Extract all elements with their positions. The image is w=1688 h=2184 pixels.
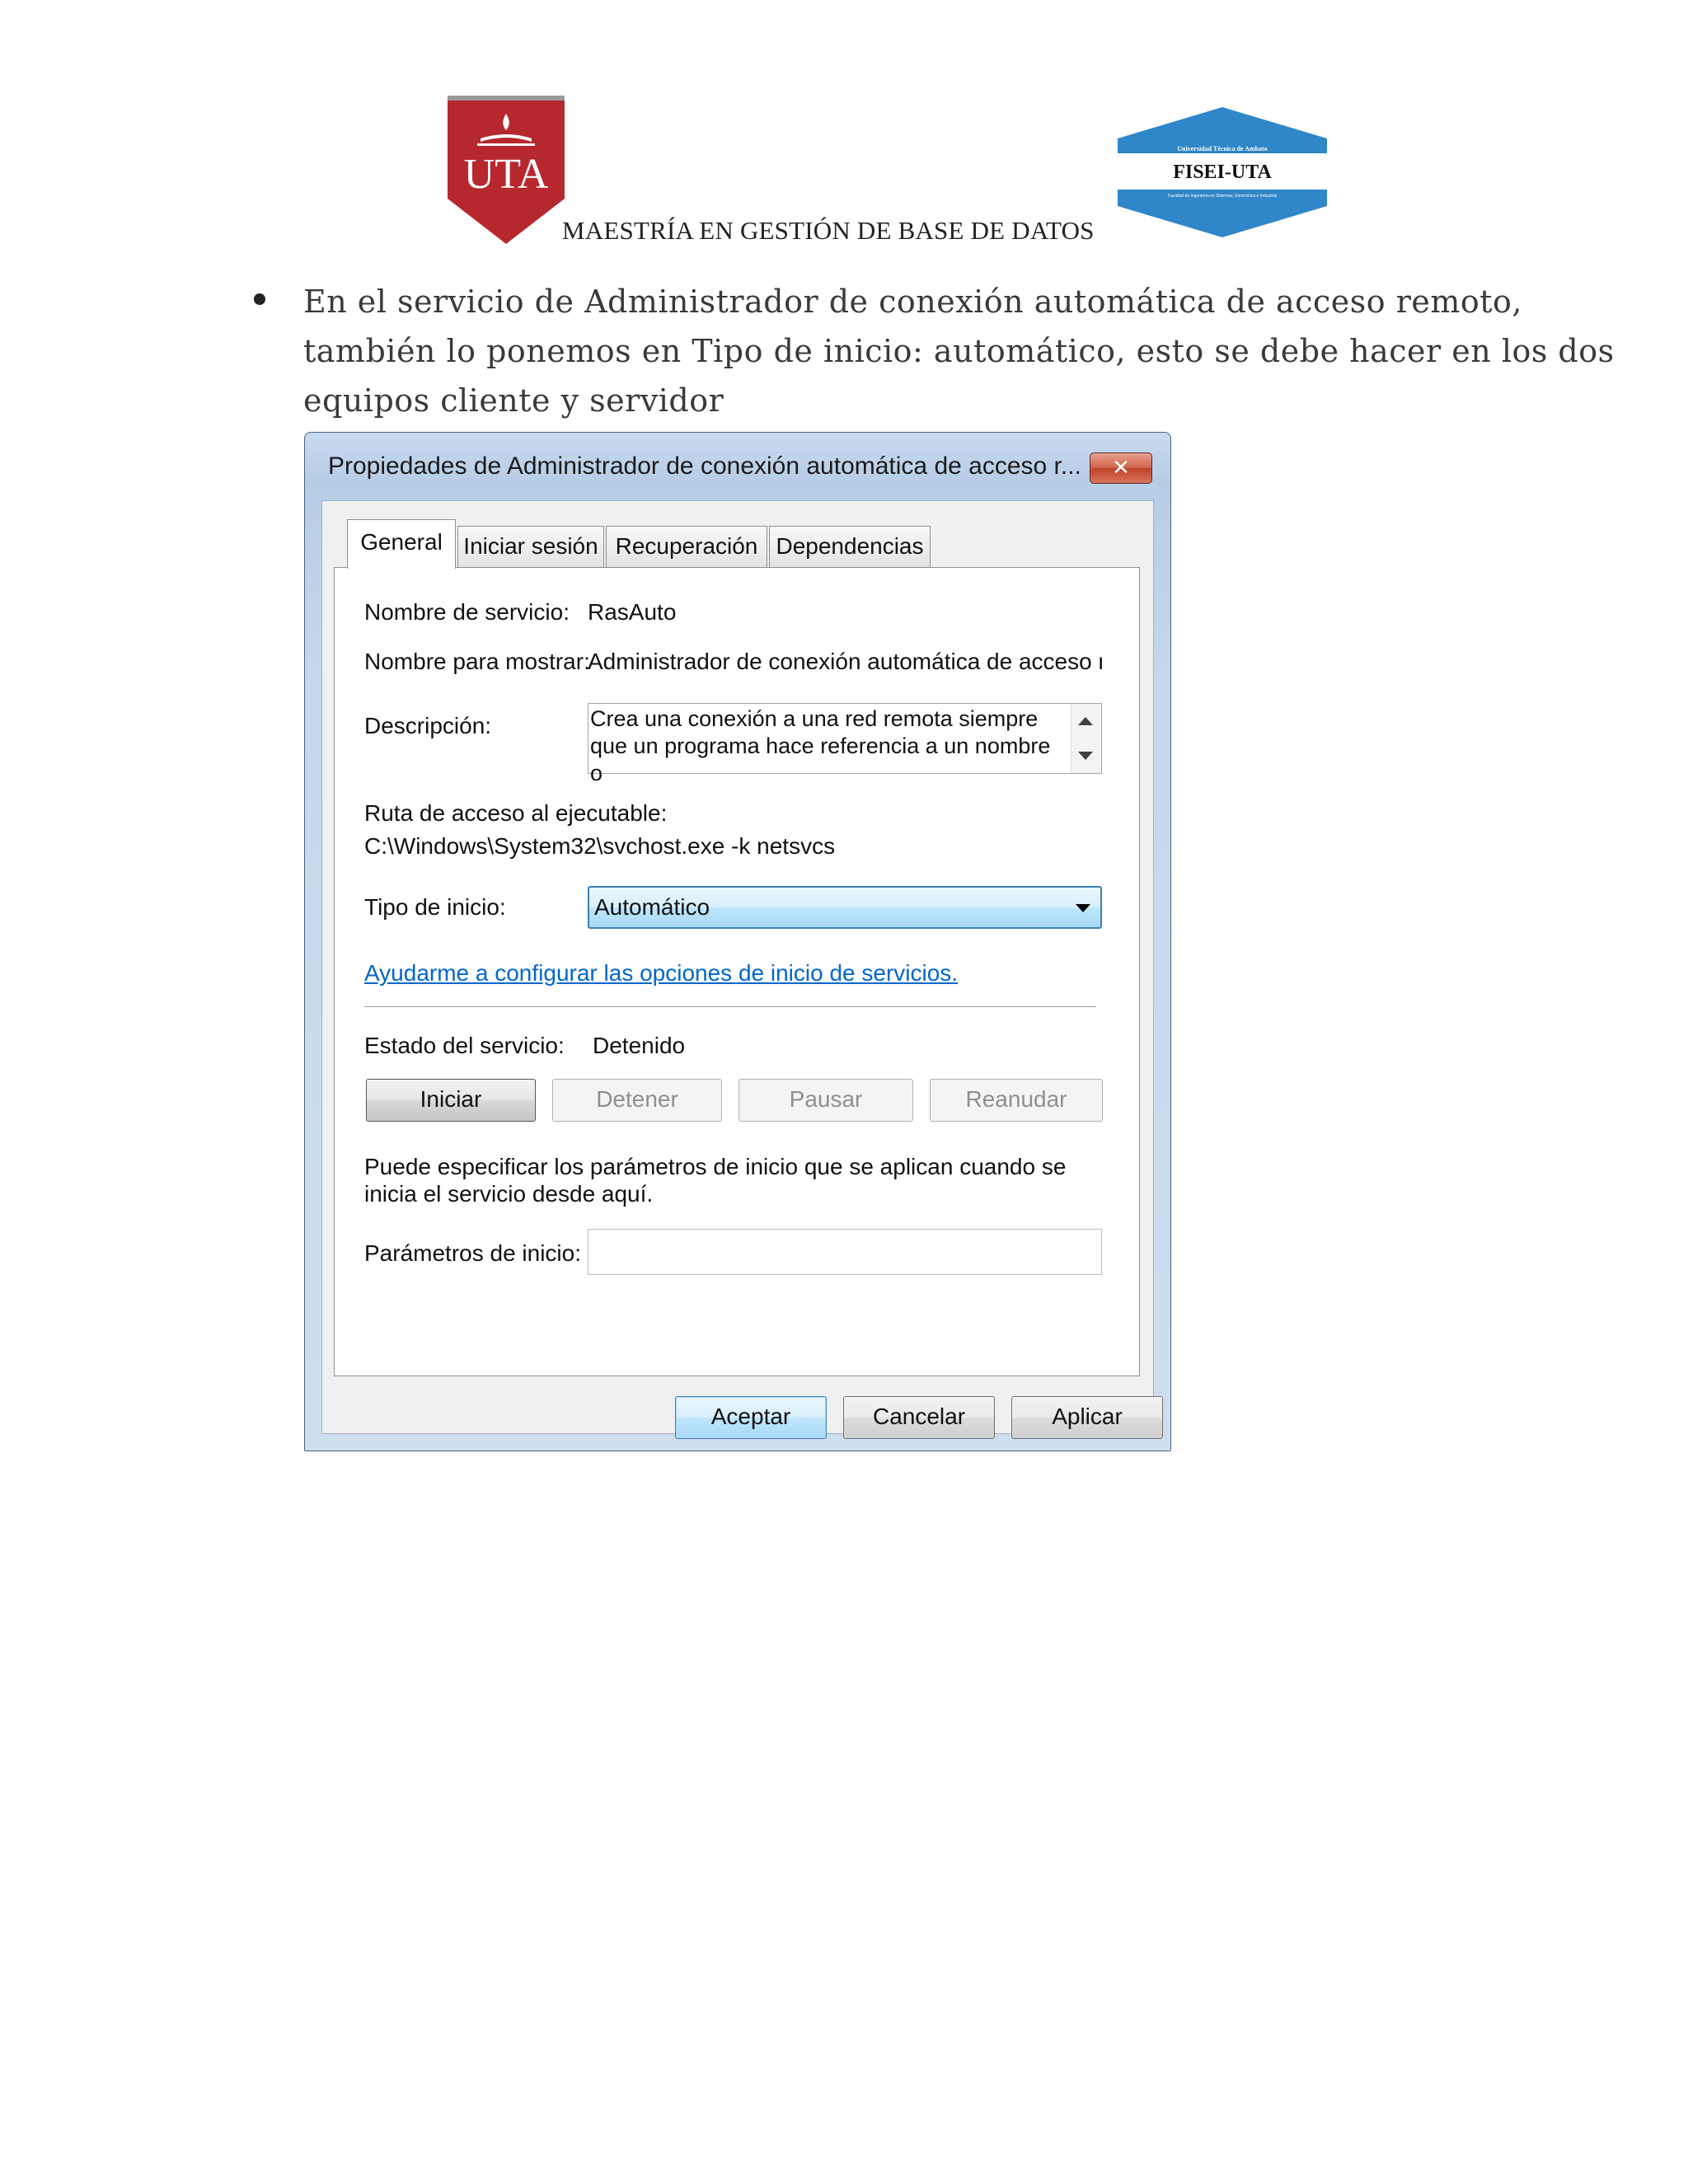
fisei-logo: Universidad Técnica de Ambato FISEI-UTA … xyxy=(1118,107,1327,237)
startup-type-select[interactable]: Automático xyxy=(588,886,1102,929)
exe-path-label: Ruta de acceso al ejecutable: xyxy=(364,800,668,826)
exe-path-value: C:\Windows\System32\svchost.exe -k netsv… xyxy=(364,833,836,859)
tab-iniciar-sesion[interactable]: Iniciar sesión xyxy=(457,526,604,567)
window-title: Propiedades de Administrador de conexión… xyxy=(328,452,1081,480)
dropdown-arrow-icon xyxy=(1076,904,1090,912)
ok-button[interactable]: Aceptar xyxy=(675,1396,827,1439)
params-note: Puede especificar los parámetros de inic… xyxy=(364,1154,1067,1207)
window-client-area: General Iniciar sesión Recuperación Depe… xyxy=(321,500,1163,1439)
pause-service-button[interactable]: Pausar xyxy=(738,1079,913,1122)
description-scrollbar[interactable] xyxy=(1071,704,1101,773)
uta-logo-text: UTA xyxy=(464,151,549,198)
tab-recuperacion[interactable]: Recuperación xyxy=(606,526,767,567)
general-tab-panel: Nombre de servicio: RasAuto Nombre para … xyxy=(334,567,1140,1376)
startup-type-label: Tipo de inicio: xyxy=(364,894,506,920)
service-name-value: RasAuto xyxy=(588,599,677,625)
description-textarea[interactable]: Crea una conexión a una red remota siemp… xyxy=(588,703,1102,785)
header-title: MAESTRÍA EN GESTIÓN DE BASE DE DATOS xyxy=(562,216,1095,245)
startup-type-value: Automático xyxy=(594,894,710,920)
description-text: Crea una conexión a una red remota siemp… xyxy=(590,706,1051,785)
display-name-value[interactable]: Administrador de conexión automática de … xyxy=(588,649,1102,675)
display-name-label: Nombre para mostrar: xyxy=(364,649,590,674)
scroll-down-arrow-icon[interactable] xyxy=(1078,752,1093,760)
fisei-logo-top: Universidad Técnica de Ambato xyxy=(1177,145,1267,152)
bullet-dot xyxy=(254,293,265,305)
bullet-text: En el servicio de Administrador de conex… xyxy=(303,284,1615,419)
start-service-button[interactable]: Iniciar xyxy=(366,1079,536,1122)
cancel-button[interactable]: Cancelar xyxy=(843,1396,995,1439)
service-status-label: Estado del servicio: xyxy=(364,1033,565,1058)
params-label: Parámetros de inicio: xyxy=(364,1240,582,1266)
fisei-logo-main: FISEI-UTA xyxy=(1173,162,1272,183)
tab-dependencias[interactable]: Dependencias xyxy=(769,526,931,567)
stop-service-button[interactable]: Detener xyxy=(552,1079,722,1122)
uta-logo: UTA xyxy=(448,96,565,244)
apply-button[interactable]: Aplicar xyxy=(1011,1396,1163,1439)
params-input[interactable] xyxy=(588,1229,1102,1275)
properties-window: Propiedades de Administrador de conexión… xyxy=(304,432,1171,1451)
service-name-label: Nombre de servicio: xyxy=(364,599,570,625)
tab-general[interactable]: General xyxy=(347,519,456,569)
service-status-value: Detenido xyxy=(593,1033,686,1058)
close-button[interactable]: ✕ xyxy=(1090,452,1152,484)
fisei-logo-bottom: Facultad de Ingeniería en Sistemas, Elec… xyxy=(1168,194,1277,199)
resume-service-button[interactable]: Reanudar xyxy=(930,1079,1103,1122)
description-label: Descripción: xyxy=(364,713,492,738)
scroll-up-arrow-icon[interactable] xyxy=(1078,717,1093,725)
section-divider xyxy=(364,1006,1096,1008)
help-startup-link[interactable]: Ayudarme a configurar las opciones de in… xyxy=(364,960,958,987)
